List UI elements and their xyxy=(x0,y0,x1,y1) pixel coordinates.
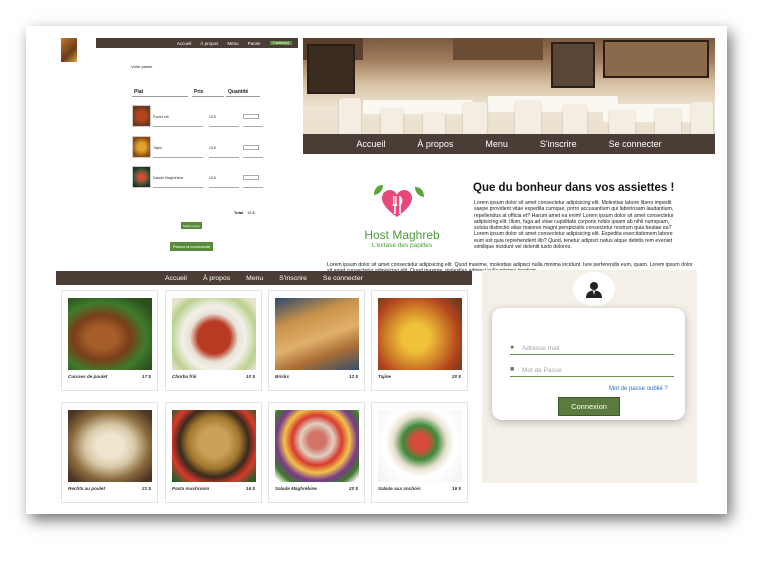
dish-photo xyxy=(275,298,359,370)
dish-photo xyxy=(68,298,152,370)
dish-photo xyxy=(378,410,462,482)
nav-login[interactable]: Se connecter xyxy=(609,139,662,149)
menu-item-price: 16 $ xyxy=(452,486,461,491)
menu-item-price: 17 $ xyxy=(142,374,151,379)
cart-header-quantity: Quantité xyxy=(228,89,249,95)
dish-thumbnail xyxy=(132,166,151,188)
menu-item-price: 21 $ xyxy=(142,486,151,491)
dish-photo xyxy=(68,410,152,482)
nav-menu[interactable]: Menu xyxy=(246,275,263,282)
user-icon xyxy=(586,282,602,298)
brand-tagline: L'extase des papilles xyxy=(371,242,433,249)
menu-item-card[interactable]: Rechta au poulet 21 $ xyxy=(61,402,158,503)
hero-navbar: Accueil À propos Menu S'inscrire Se conn… xyxy=(303,134,715,154)
menu-item-card[interactable]: Tajine 20 $ xyxy=(371,290,468,391)
cart-nav-home[interactable]: Accueil xyxy=(177,41,192,46)
menu-item-card[interactable]: Salade Maghrébine 20 $ xyxy=(268,402,365,503)
menu-item-card[interactable]: Pasta mushroom 16 $ xyxy=(165,402,262,503)
cart-row-name: Tajine xyxy=(153,146,163,150)
cart-page-preview: Accueil À propos Menu Panier 0 article(s… xyxy=(58,36,300,266)
nav-signup[interactable]: S'inscrire xyxy=(540,139,577,149)
menu-item-name: Pasta mushroom xyxy=(172,486,210,491)
quantity-input[interactable] xyxy=(243,175,259,180)
cart-row: Salade Maghrébine 15 $ xyxy=(132,166,264,190)
dish-thumbnail xyxy=(132,105,151,127)
menu-item-name: Chorba frik xyxy=(172,374,197,379)
menu-item-price: 20 $ xyxy=(349,486,358,491)
user-icon: ● xyxy=(510,344,515,351)
avatar xyxy=(573,272,615,306)
cart-row-price: 15 $ xyxy=(209,176,216,180)
menu-item-name: Tajine xyxy=(378,374,392,379)
nav-menu[interactable]: Menu xyxy=(485,139,508,149)
dish-photo xyxy=(378,298,462,370)
menu-item-name: Rechta au poulet xyxy=(68,486,106,491)
place-order-button[interactable]: Passer la commande xyxy=(170,242,213,251)
menu-item-name: Bricks xyxy=(275,374,290,379)
menu-item-price: 16 $ xyxy=(246,486,255,491)
cart-navbar: Accueil À propos Menu Panier 0 article(s… xyxy=(96,38,298,48)
login-form: ● ■ Mot de passe oublié ? Connexion xyxy=(492,308,685,420)
intro-text: Lorem ipsum dolor sit amet consectetur a… xyxy=(474,200,674,251)
dish-thumbnail xyxy=(132,136,151,158)
email-field: ● xyxy=(510,342,674,355)
cart-logo xyxy=(61,38,93,70)
nav-login[interactable]: Se connecter xyxy=(323,275,363,282)
menu-navbar: Accueil À propos Menu S'inscrire Se conn… xyxy=(56,271,472,285)
menu-item-name: Salade Maghrébine xyxy=(275,486,317,491)
menu-item-name: Salade aux anchois xyxy=(378,486,421,491)
menu-item-price: 10 $ xyxy=(246,374,255,379)
dish-photo xyxy=(172,410,256,482)
password-input[interactable] xyxy=(522,364,672,376)
leaf-icon xyxy=(374,185,383,195)
cart-header-dish: Plat xyxy=(134,89,144,95)
cart-nav-about[interactable]: À propos xyxy=(200,41,218,46)
lock-icon: ■ xyxy=(510,366,515,373)
nav-home[interactable]: Accueil xyxy=(165,275,187,282)
cart-total-label: Total xyxy=(234,210,244,215)
cart-title: Votre panier xyxy=(131,64,153,69)
brand-name: Host Maghreb xyxy=(364,228,440,242)
login-button[interactable]: Connexion xyxy=(558,397,620,416)
quantity-input[interactable] xyxy=(243,145,259,150)
cart-nav-menu[interactable]: Menu xyxy=(227,41,238,46)
menu-item-card[interactable]: Bricks 12 $ xyxy=(268,290,365,391)
email-input[interactable] xyxy=(522,342,672,354)
cart-row: Tajine 15 $ xyxy=(132,136,264,160)
cart-header-price: Prix xyxy=(194,89,204,95)
cart-row-name: Salade Maghrébine xyxy=(153,176,184,180)
update-cart-button[interactable]: Mettre à jour xyxy=(181,222,202,229)
dish-photo xyxy=(275,410,359,482)
menu-item-card[interactable]: Chorba frik 10 $ xyxy=(165,290,262,391)
dish-photo xyxy=(172,298,256,370)
brand-logo: Host Maghreb L'extase des papilles xyxy=(350,184,450,256)
cart-row: Poulet rôti 15 $ xyxy=(132,105,264,129)
menu-item-price: 20 $ xyxy=(452,374,461,379)
forgot-password-link[interactable]: Mot de passe oublié ? xyxy=(609,386,668,392)
leaf-icon xyxy=(415,187,424,197)
nav-about[interactable]: À propos xyxy=(417,139,453,149)
nav-signup[interactable]: S'inscrire xyxy=(279,275,307,282)
menu-item-card[interactable]: Salade aux anchois 16 $ xyxy=(371,402,468,503)
cart-row-price: 15 $ xyxy=(209,146,216,150)
menu-item-price: 12 $ xyxy=(349,374,358,379)
cart-row-name: Poulet rôti xyxy=(153,115,169,119)
intro-headline: Que du bonheur dans vos assiettes ! xyxy=(473,182,675,194)
nav-home[interactable]: Accueil xyxy=(356,139,385,149)
quantity-input[interactable] xyxy=(243,114,259,119)
cart-total-value: 15 $ xyxy=(247,210,255,215)
cart-nav-cart[interactable]: Panier xyxy=(248,41,261,46)
nav-about[interactable]: À propos xyxy=(203,275,230,282)
heart-fork-icon xyxy=(382,190,412,217)
menu-item-name: Cuisses de poulet xyxy=(68,374,108,379)
menu-item-card[interactable]: Cuisses de poulet 17 $ xyxy=(61,290,158,391)
cart-row-price: 15 $ xyxy=(209,115,216,119)
cart-count-badge: 0 article(s) xyxy=(269,41,292,45)
password-field: ■ xyxy=(510,364,674,377)
